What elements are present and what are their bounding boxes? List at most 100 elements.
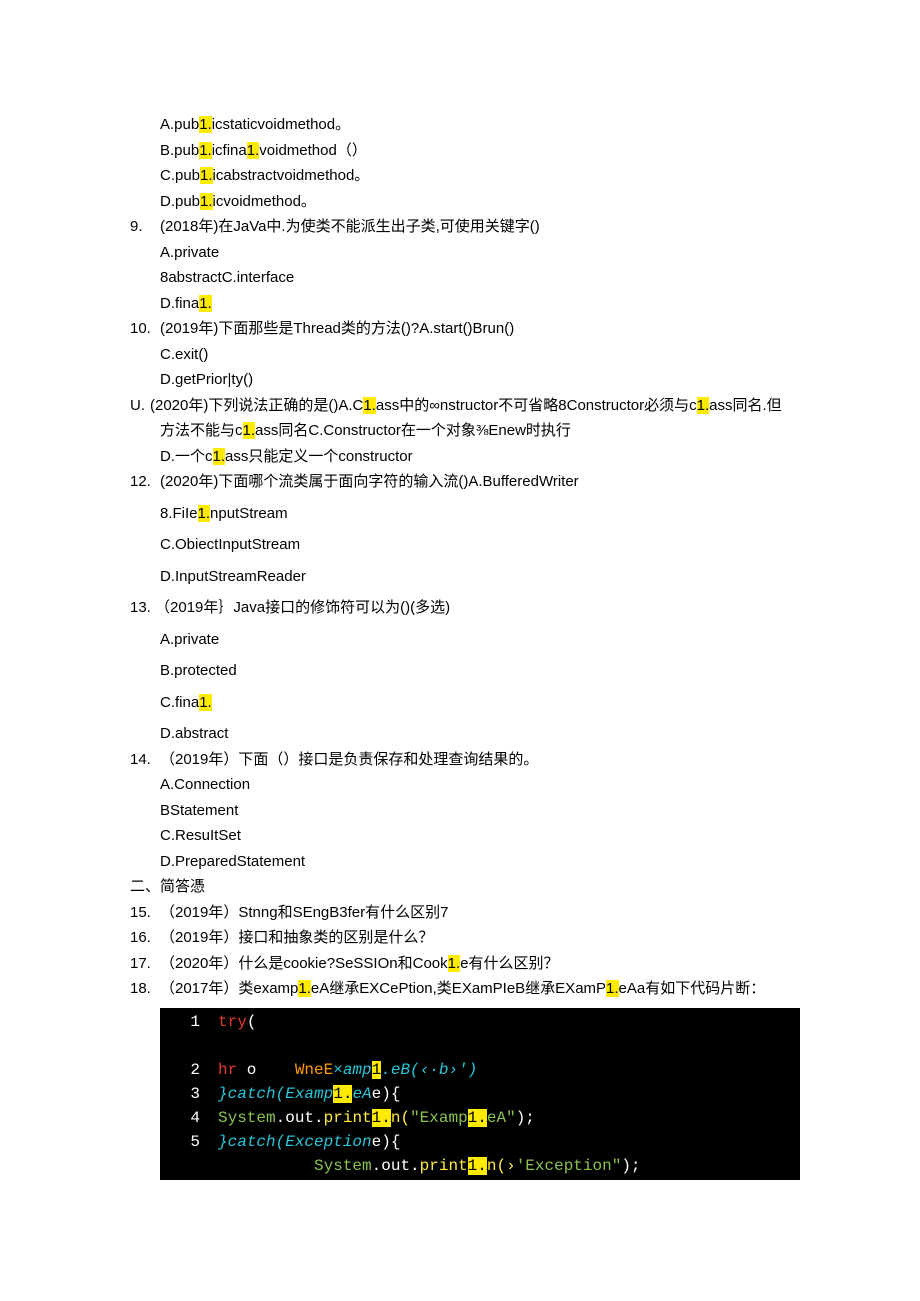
q18: 18. （2017年）类examp1.eA继承EXCePtion,类EXamPI… (130, 976, 790, 1002)
q14-option-d: D.PreparedStatement (130, 849, 790, 875)
q9-option-d: D.fina1. (130, 291, 790, 317)
highlight: 1. (333, 1085, 352, 1103)
dot: . (314, 1109, 324, 1127)
brace: } (218, 1085, 228, 1103)
question-text: （2019年）接口和抽象类的区别是什么？ (160, 925, 790, 951)
q8-option-d: D.pub1.icvoidmethod。 (130, 189, 790, 215)
semi: ); (516, 1109, 535, 1127)
text: C.fina (160, 694, 199, 711)
indent (218, 1157, 314, 1175)
highlight: 1. (448, 955, 461, 972)
code-line-1: 1 try( (160, 1010, 800, 1034)
catch: catch(Examp (228, 1085, 334, 1103)
question-text: (2020年)下列说法正确的是()A.C1.ass中的∞nstructor不可省… (150, 393, 790, 419)
question-text: （2019年）下面（）接口是负责保存和处理查询结果的。 (160, 747, 790, 773)
q12-option-b: 8.FiIe1.nputStream (130, 501, 790, 527)
type: ×amp (333, 1061, 371, 1079)
q13-option-c: C.fina1. (130, 690, 790, 716)
brace: ){ (381, 1085, 400, 1103)
q14: 14. （2019年）下面（）接口是负责保存和处理查询结果的。 (130, 747, 790, 773)
q9-option-a: A.private (130, 240, 790, 266)
question-number: 9. (130, 214, 160, 240)
line-number: 4 (160, 1106, 218, 1130)
highlight: 1. (363, 397, 376, 414)
q14-option-c: C.ResuItSet (130, 823, 790, 849)
q9-option-b: 8abstractC.interface (130, 265, 790, 291)
code-block: 1 try( 2 hr o WneE×amp1.eB(‹·b›') 3 }cat… (160, 1008, 800, 1180)
q16: 16. （2019年）接口和抽象类的区别是什么？ (130, 925, 790, 951)
paren: ) (468, 1061, 478, 1079)
q10: 10. (2019年)下面那些是Thread类的方法()?A.start()Br… (130, 316, 790, 342)
text: WneE (295, 1061, 333, 1079)
line-number: 5 (160, 1130, 218, 1154)
q12-option-d: D.InputStreamReader (130, 564, 790, 590)
line-number: 1 (160, 1010, 218, 1034)
field: out (381, 1157, 410, 1175)
highlight: 1. (199, 694, 212, 711)
highlight: 1. (468, 1109, 487, 1127)
section-title: 二、简答憑 (130, 874, 790, 900)
text: A.pub (160, 116, 199, 133)
highlight: 1. (198, 505, 211, 522)
q10-option-d: D.getPrior|ty() (130, 367, 790, 393)
line-number: 2 (160, 1058, 218, 1082)
q13: 13. （2019年｝Java接口的修饰符可以为()(多选) (130, 595, 790, 621)
text: ass同名.但 (709, 397, 782, 414)
highlight: 1. (468, 1157, 487, 1175)
text: nputStream (210, 505, 288, 522)
q8-option-c: C.pub1.icabstractvoidmethod。 (130, 163, 790, 189)
string: eA" (487, 1109, 516, 1127)
text: D.pub (160, 193, 200, 210)
keyword: hr (218, 1061, 237, 1079)
code-line-4: 4 System.out.print1.n("Examp1.eA"); (160, 1106, 800, 1130)
q8-option-b: B.pub1.icfina1.voidmethod（） (130, 138, 790, 164)
q13-option-b: B.protected (130, 658, 790, 684)
text: D.一个c (160, 448, 213, 465)
question-number: 15. (130, 900, 160, 926)
highlight: 1. (247, 142, 260, 159)
text: (2020年)下列说法正确的是()A.C (150, 397, 363, 414)
q13-option-a: A.private (130, 627, 790, 653)
highlight: 1. (697, 397, 710, 414)
text: icvoidmethod。 (213, 193, 316, 210)
code-blank-line (160, 1034, 800, 1058)
class: System (314, 1157, 372, 1175)
q12: 12. (2020年)下面哪个流类属于面向字符的输入流()A.BufferedW… (130, 469, 790, 495)
text: ass中的∞nstructor不可省略8Constructor必须与c (376, 397, 697, 414)
code-line-2: 2 hr o WneE×amp1.eB(‹·b›') (160, 1058, 800, 1082)
q14-option-a: A.Connection (130, 772, 790, 798)
var: e (372, 1133, 382, 1151)
line-number (160, 1154, 218, 1178)
highlight: 1. (372, 1109, 391, 1127)
type: .eB( (381, 1061, 419, 1079)
q15: 15. （2019年）Stnng和SEngB3fer有什么区别7 (130, 900, 790, 926)
brace: ){ (381, 1133, 400, 1151)
document-page: A.pub1.icstaticvoidmethod。 B.pub1.icfina… (0, 0, 920, 1220)
dot: . (276, 1109, 286, 1127)
question-text: (2020年)下面哪个流类属于面向字符的输入流()A.BufferedWrite… (160, 469, 790, 495)
code-line-6: System.out.print1.n(›'Exception"); (160, 1154, 800, 1178)
keyword-try: try (218, 1013, 247, 1031)
question-text: (2019年)下面那些是Thread类的方法()?A.start()Brun() (160, 316, 790, 342)
question-text: （2019年）Stnng和SEngB3fer有什么区别7 (160, 900, 790, 926)
question-number: 10. (130, 316, 160, 342)
catch: catch(Exception (228, 1133, 372, 1151)
method: print (324, 1109, 372, 1127)
brace: ( (247, 1013, 257, 1031)
question-number: U. (130, 393, 150, 419)
highlight: 1. (606, 980, 619, 997)
highlight: 1. (200, 167, 213, 184)
dot: . (410, 1157, 420, 1175)
method: n( (391, 1109, 410, 1127)
method: print (420, 1157, 468, 1175)
semi: ); (621, 1157, 640, 1175)
highlight: 1 (372, 1061, 382, 1079)
text: 8.FiIe (160, 505, 198, 522)
var: e (372, 1085, 382, 1103)
text: C.pub (160, 167, 200, 184)
dot: . (372, 1157, 382, 1175)
question-number: 13. (130, 599, 151, 616)
question-number: 17. (130, 951, 160, 977)
string: 'Exception" (516, 1157, 622, 1175)
string: "Examp (410, 1109, 468, 1127)
